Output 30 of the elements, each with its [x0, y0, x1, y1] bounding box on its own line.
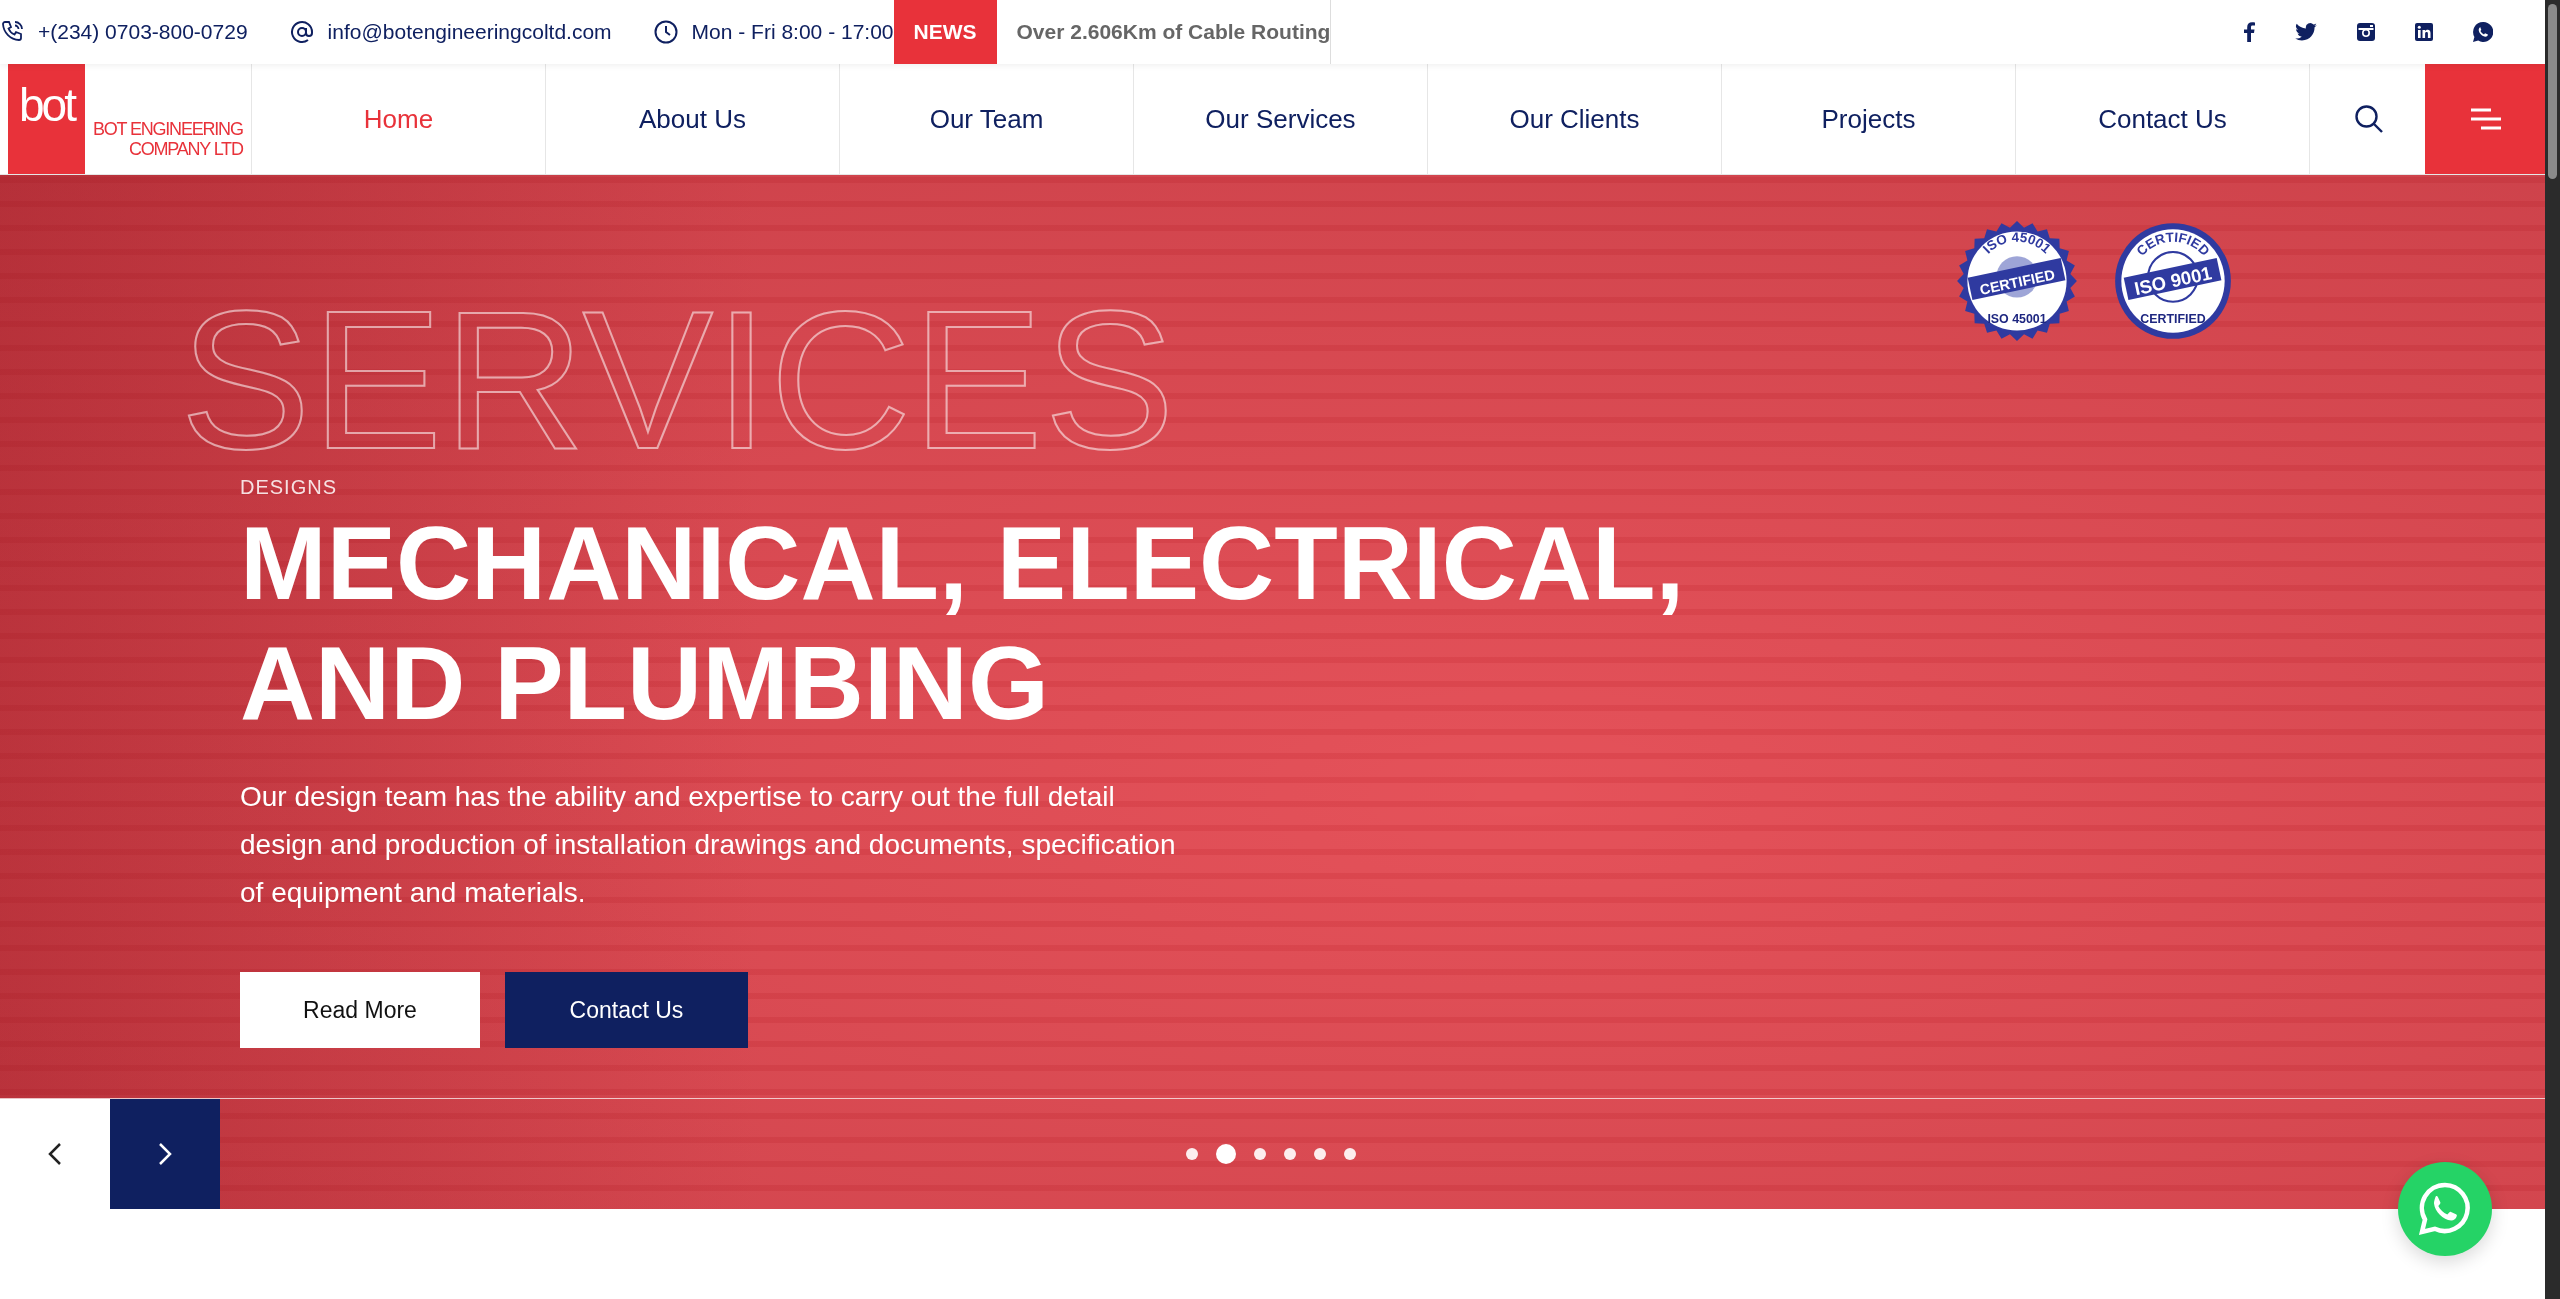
read-more-button[interactable]: Read More: [240, 972, 480, 1048]
news-label: NEWS: [893, 0, 997, 64]
bird-icon[interactable]: [2295, 23, 2317, 41]
search-icon: [2354, 104, 2384, 134]
logo-mark[interactable]: bot: [8, 64, 85, 174]
facebook-icon[interactable]: [2243, 22, 2255, 42]
hero-description: Our design team has the ability and expertise to carry out the full detail design and production of installation drawings and documents, specification of equipment and materials.: [240, 780, 1177, 910]
badge-ring-text: ISO 45001: [1987, 312, 2047, 327]
menu-button[interactable]: [2425, 64, 2545, 174]
menu-icon: [2469, 108, 2501, 130]
opening-hours: Mon - Fri 8:00 - 17:00: [691, 20, 894, 44]
badge-ring-text: CERTIFIED: [2140, 312, 2206, 327]
chevron-right-icon: [158, 1142, 172, 1166]
scrollbar[interactable]: [2545, 0, 2560, 1299]
camera-icon[interactable]: [2357, 23, 2375, 41]
at-sign-icon: [289, 20, 314, 44]
phone-icon: [0, 20, 24, 44]
linkedin-icon[interactable]: [2415, 23, 2433, 41]
clock-icon: [653, 20, 678, 44]
hero-heading: MECHANICAL, ELECTRICAL, AND PLUMBING: [240, 504, 1686, 743]
chat-phone-icon: [2417, 1181, 2473, 1237]
badge-band-text: ISO 9001: [2132, 262, 2214, 300]
email-address[interactable]: info@botengineeringcoltd.com: [327, 20, 612, 44]
contact-button[interactable]: Contact Us: [505, 972, 748, 1048]
chevron-left-icon: [48, 1142, 62, 1166]
phone-number[interactable]: +(234) 0703-800-0729: [38, 20, 248, 44]
company-name: BOT ENGINEERING COMPANY LTD: [92, 117, 243, 162]
chat-phone-icon[interactable]: [2473, 22, 2493, 42]
hero-eyebrow: DESIGNS: [240, 476, 339, 499]
outlined-watermark-text: SERVICES: [180, 283, 1176, 479]
